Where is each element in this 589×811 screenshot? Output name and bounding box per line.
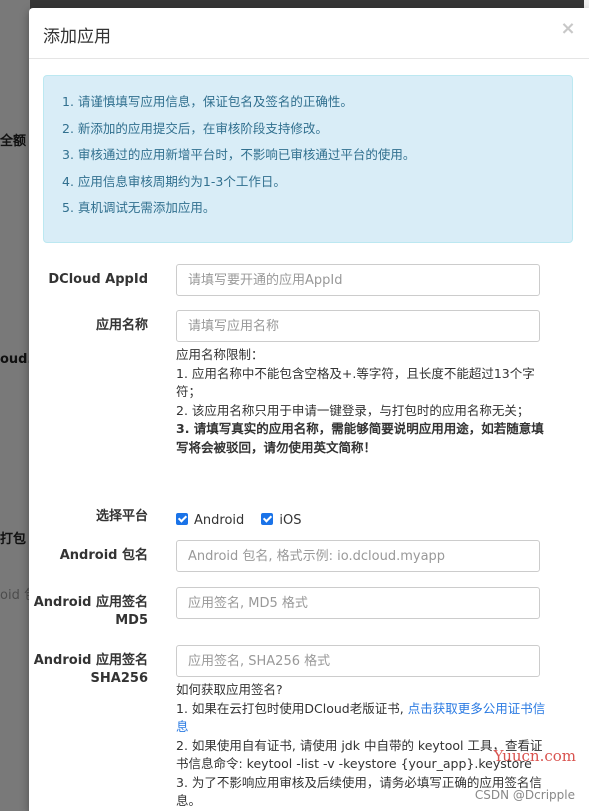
app-name-label: 应用名称 [95, 318, 148, 333]
ios-checkbox-label[interactable]: iOS [279, 513, 301, 528]
android-sha256-label-line: Android 应用签名 [33, 653, 148, 668]
android-sha256-label: Android 应用签名 SHA256 [34, 652, 148, 688]
add-app-modal: 添加应用 × 1. 请谨慎填写应用信息，保证包名及签名的正确性。 2. 新添加的… [29, 8, 589, 811]
android-md5-label-line: Android 应用签名 [33, 595, 148, 610]
android-sha256-input[interactable] [176, 645, 540, 677]
android-checkbox[interactable] [176, 513, 188, 525]
modal-header: 添加应用 × [29, 8, 589, 59]
android-package-label: Android 包名 [59, 548, 148, 563]
yuucn-watermark: Yuucn.com [493, 747, 576, 765]
app-name-help-rule: 1. 应用名称中不能包含空格及+.等字符，且长度不能超过13个字符； [176, 365, 535, 400]
notice-box: 1. 请谨慎填写应用信息，保证包名及签名的正确性。 2. 新添加的应用提交后，在… [43, 75, 573, 243]
app-name-help-rule: 2. 该应用名称只用于申请一键登录，与打包时的应用名称无关； [176, 402, 530, 418]
appid-input[interactable] [176, 264, 540, 296]
signature-help-step: 1. 如果在云打包时使用DCloud老版证书, 点击获取更多公用证书信息 [176, 700, 546, 737]
app-name-help: 应用名称限制： 1. 应用名称中不能包含空格及+.等字符，且长度不能超过13个字… [176, 346, 546, 457]
notice-item: 4. 应用信息审核周期约为1-3个工作日。 [62, 173, 286, 189]
close-icon[interactable]: × [557, 18, 579, 40]
platform-options: Android iOS [176, 509, 313, 528]
notice-item: 2. 新添加的应用提交后，在审核阶段支持修改。 [62, 120, 328, 136]
appid-label: DCloud AppId [48, 272, 148, 287]
modal-title: 添加应用 [43, 27, 111, 47]
android-md5-label-line: MD5 [115, 613, 148, 628]
ios-checkbox[interactable] [261, 513, 274, 525]
signature-help-step: 2. 如果使用自有证书, 请使用 jdk 中自带的 keytool 工具，查看证… [176, 737, 543, 772]
android-md5-input[interactable] [176, 587, 540, 619]
app-name-help-warning: 3. 请填写真实的应用名称，需能够简要说明应用用途，如若随意填写将会被驳回，请勿… [176, 421, 544, 455]
csdn-watermark: CSDN @Dcripple [474, 788, 575, 802]
signature-help-title: 如何获取应用签名? [176, 682, 283, 697]
notice-item: 1. 请谨慎填写应用信息，保证包名及签名的正确性。 [62, 94, 353, 109]
signature-help-step-text: 1. 如果在云打包时使用DCloud老版证书, [176, 700, 404, 716]
app-name-input[interactable] [176, 310, 540, 342]
android-package-input[interactable] [176, 540, 540, 572]
android-md5-label: Android 应用签名 MD5 [34, 594, 148, 630]
android-sha256-label-line: SHA256 [90, 671, 148, 686]
notice-item: 3. 审核通过的应用新增平台时，不影响已审核通过平台的使用。 [62, 147, 416, 162]
platform-label: 选择平台 [95, 509, 148, 524]
android-checkbox-label[interactable]: Android [194, 513, 244, 528]
notice-item: 5. 真机调试无需添加应用。 [62, 200, 216, 215]
app-name-help-title: 应用名称限制： [176, 347, 264, 362]
